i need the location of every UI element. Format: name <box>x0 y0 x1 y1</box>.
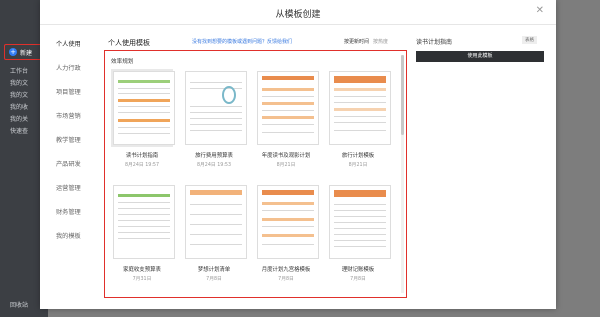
template-date: 8月24日 19:53 <box>196 163 232 168</box>
template-date: 8月21日 <box>276 163 296 168</box>
content-title: 个人使用模板 <box>108 39 150 47</box>
section-label: 效率规划 <box>111 59 134 65</box>
sidebar-item[interactable]: 工作台 <box>10 66 28 75</box>
template-card[interactable]: 读书计划指南 8月24日 19:57 <box>111 69 175 168</box>
template-name: 读书计划指南 <box>125 153 159 159</box>
template-modal: 从模板创建 ✕ 个人使用 人力行政 项目管理 市场营销 教学管理 产品研发 运营… <box>40 0 556 309</box>
feedback-link[interactable]: 没有找到想要的模板或遇到问题？反馈给我们 <box>192 38 292 45</box>
template-thumbnail <box>329 71 391 145</box>
close-icon[interactable]: ✕ <box>536 5 544 16</box>
template-thumbnail <box>329 185 391 259</box>
sidebar-item[interactable]: 快速查 <box>10 126 28 135</box>
template-name: 理财记账模板 <box>341 267 375 273</box>
template-name: 梦想计划清单 <box>197 267 231 273</box>
divider <box>40 24 556 25</box>
template-thumbnail <box>185 71 247 145</box>
category-item[interactable]: 财务管理 <box>48 206 98 230</box>
template-thumbnail <box>257 185 319 259</box>
category-item[interactable]: 运营管理 <box>48 182 98 206</box>
template-card[interactable]: 旅行费用预算表 8月24日 19:53 <box>183 69 247 168</box>
template-date: 7月8日 <box>278 277 294 282</box>
template-thumbnail <box>185 185 247 259</box>
sort-options: 按更新时间 按热度 <box>344 38 388 45</box>
new-button[interactable]: + 新建 <box>4 44 42 60</box>
scrollbar-thumb[interactable] <box>401 55 404 135</box>
preview-type-badge: 表格 <box>522 36 537 44</box>
template-name: 旅行费用预算表 <box>195 153 233 159</box>
sidebar-item[interactable]: 我的关 <box>10 114 28 123</box>
template-name: 旅行计划模板 <box>341 153 375 159</box>
sidebar-item[interactable]: 我的文 <box>10 90 28 99</box>
template-card[interactable]: 家庭收支预算表 7月31日 <box>111 183 175 282</box>
modal-title: 从模板创建 <box>275 10 321 20</box>
preview-title: 读书计划指南 <box>416 39 453 46</box>
category-item[interactable]: 我的模板 <box>48 230 98 254</box>
template-date: 8月24日 19:57 <box>124 163 160 168</box>
template-card[interactable]: 旅行计划模板 8月21日 <box>327 69 391 168</box>
category-item[interactable]: 教学管理 <box>48 134 98 158</box>
template-grid: 效率规划 读书计划指南 8月24日 19:57 旅行费用预算表 8月24日 19… <box>104 50 407 298</box>
new-button-label: 新建 <box>20 50 33 57</box>
template-card[interactable]: 月度计划九宫格模板 7月8日 <box>255 183 319 282</box>
template-thumbnail <box>257 71 319 145</box>
template-date: 7月8日 <box>350 277 366 282</box>
sidebar-item[interactable]: 我的文 <box>10 78 28 87</box>
category-item[interactable]: 个人使用 <box>48 38 98 62</box>
template-thumbnail <box>113 185 175 259</box>
template-card[interactable]: 理财记账模板 7月8日 <box>327 183 391 282</box>
sort-by-time[interactable]: 按更新时间 <box>344 39 369 45</box>
sidebar-item[interactable]: 我的收 <box>10 102 28 111</box>
template-name: 年度读书及观影计划 <box>261 153 311 159</box>
template-card[interactable]: 年度读书及观影计划 8月21日 <box>255 69 319 168</box>
template-date: 7月8日 <box>206 277 222 282</box>
category-item[interactable]: 产品研发 <box>48 158 98 182</box>
template-date: 8月21日 <box>348 163 368 168</box>
sidebar-item-trash[interactable]: 回收站 <box>10 300 28 309</box>
category-item[interactable]: 市场营销 <box>48 110 98 134</box>
template-name: 月度计划九宫格模板 <box>261 267 311 273</box>
plus-icon: + <box>9 48 17 56</box>
sort-by-hot[interactable]: 按热度 <box>373 39 388 45</box>
category-nav: 个人使用 人力行政 项目管理 市场营销 教学管理 产品研发 运营管理 财务管理 … <box>48 38 98 254</box>
use-template-button[interactable]: 使用此模板 <box>416 51 544 62</box>
category-item[interactable]: 人力行政 <box>48 62 98 86</box>
template-thumbnail <box>113 71 175 145</box>
category-item[interactable]: 项目管理 <box>48 86 98 110</box>
template-name: 家庭收支预算表 <box>123 267 161 273</box>
template-date: 7月31日 <box>132 277 152 282</box>
template-card[interactable]: 梦想计划清单 7月8日 <box>183 183 247 282</box>
